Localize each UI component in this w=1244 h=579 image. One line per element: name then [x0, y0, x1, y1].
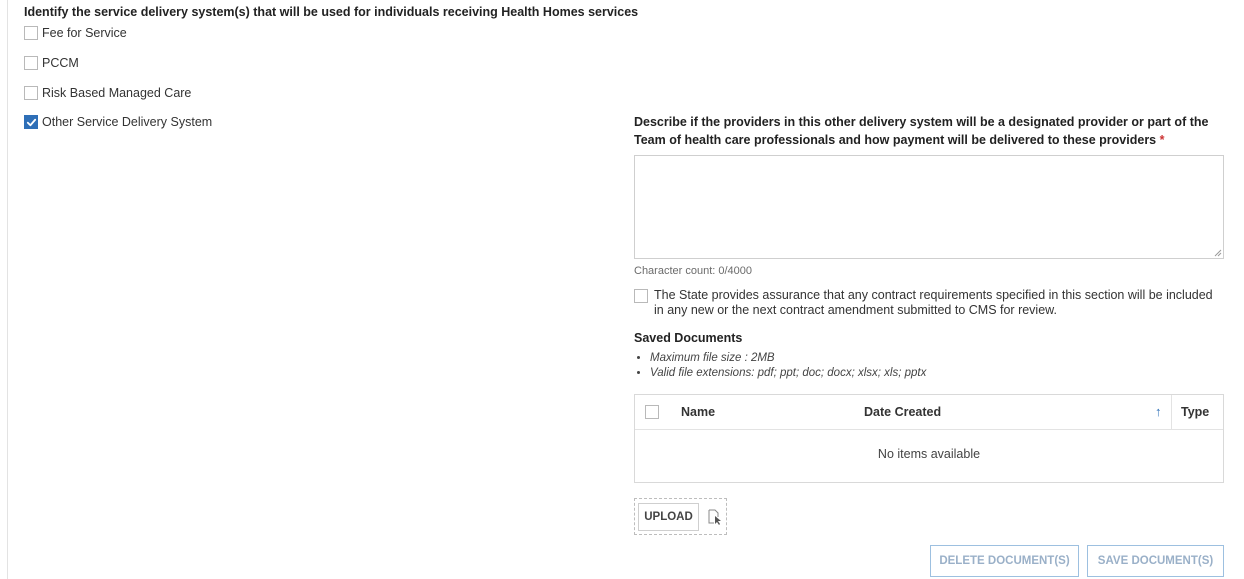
select-all-checkbox[interactable]	[645, 405, 659, 419]
description-label-text: Describe if the providers in this other …	[634, 115, 1209, 147]
other-delivery-section: Describe if the providers in this other …	[634, 113, 1224, 577]
option-fee-for-service[interactable]: Fee for Service	[24, 26, 127, 40]
empty-message: No items available	[877, 447, 981, 461]
documents-grid: Name Date Created ↑ Type No items availa…	[634, 394, 1224, 483]
saved-documents-title: Saved Documents	[634, 331, 743, 345]
delete-documents-button[interactable]: DELETE DOCUMENT(S)	[930, 545, 1079, 577]
assurance-checkbox[interactable]	[634, 289, 648, 303]
save-documents-button[interactable]: SAVE DOCUMENT(S)	[1087, 545, 1224, 577]
checkbox-fee-for-service[interactable]	[24, 26, 38, 40]
checkbox-pccm[interactable]	[24, 56, 38, 70]
valid-extensions-note: Valid file extensions: pdf; ppt; doc; do…	[650, 366, 926, 381]
option-label: Fee for Service	[42, 26, 127, 40]
upload-button[interactable]: UPLOAD	[638, 503, 699, 531]
assurance-row[interactable]: The State provides assurance that any co…	[634, 288, 1224, 318]
option-other-service-delivery-system[interactable]: Other Service Delivery System	[24, 115, 212, 129]
column-divider	[1171, 395, 1172, 430]
option-label: PCCM	[42, 56, 79, 70]
checkbox-risk-based-managed-care[interactable]	[24, 86, 38, 100]
option-label: Other Service Delivery System	[42, 115, 213, 129]
column-header-date-created[interactable]: Date Created	[864, 405, 941, 419]
checkmark-icon	[26, 118, 36, 126]
left-border-line	[7, 0, 8, 579]
checkbox-other-service-delivery-system[interactable]	[24, 115, 38, 129]
option-risk-based-managed-care[interactable]: Risk Based Managed Care	[24, 86, 191, 100]
file-drop-icon	[708, 509, 721, 525]
option-label: Risk Based Managed Care	[42, 86, 192, 100]
description-textarea[interactable]	[634, 155, 1224, 259]
grid-header: Name Date Created ↑ Type	[635, 395, 1223, 430]
arrow-up-icon[interactable]: ↑	[1155, 404, 1162, 419]
resize-grip-icon[interactable]	[1214, 249, 1222, 257]
description-label: Describe if the providers in this other …	[634, 113, 1224, 149]
required-marker: *	[1159, 133, 1165, 147]
character-count: Character count: 0/4000	[634, 265, 753, 277]
document-notes: Maximum file size : 2MB Valid file exten…	[634, 351, 926, 381]
max-file-size-note: Maximum file size : 2MB	[650, 351, 926, 366]
upload-drop-zone[interactable]: UPLOAD	[634, 498, 727, 535]
column-header-name[interactable]: Name	[681, 405, 715, 419]
option-pccm[interactable]: PCCM	[24, 56, 79, 70]
column-header-type[interactable]: Type	[1181, 405, 1209, 419]
assurance-text: The State provides assurance that any co…	[654, 288, 1213, 317]
question-label: Identify the service delivery system(s) …	[24, 5, 639, 19]
